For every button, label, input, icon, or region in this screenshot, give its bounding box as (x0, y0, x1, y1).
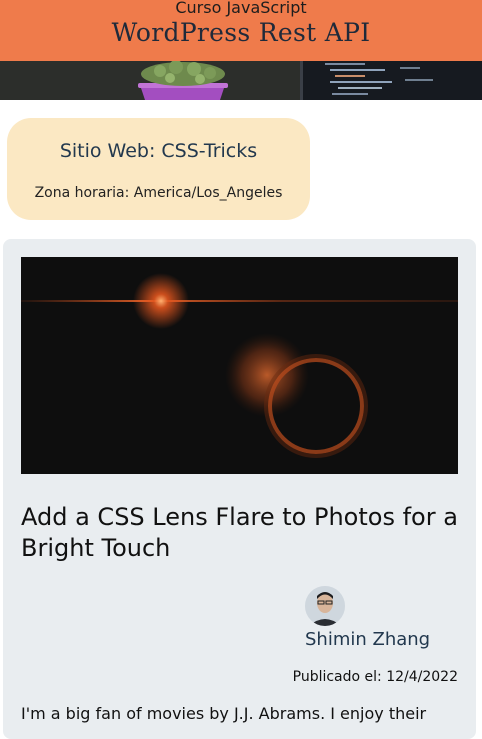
post-excerpt: I'm a big fan of movies by J.J. Abrams. … (21, 704, 427, 723)
author-photo (305, 586, 345, 626)
cactus-pot (138, 61, 228, 100)
site-info-card: Sitio Web: CSS-Tricks Zona horaria: Amer… (7, 118, 310, 220)
post-title-link[interactable]: Add a CSS Lens Flare to Photos for a Bri… (21, 502, 466, 564)
post-featured-image[interactable] (21, 257, 458, 474)
lens-flare-image (21, 257, 458, 474)
post-card: Add a CSS Lens Flare to Photos for a Bri… (3, 239, 476, 739)
post-author-link[interactable]: Shimin Zhang (305, 629, 430, 650)
site-timezone: Zona horaria: America/Los_Angeles (34, 185, 283, 201)
page-title: WordPress Rest API (111, 18, 371, 47)
course-subtitle: Curso JavaScript (175, 0, 307, 17)
site-name: Sitio Web: CSS-Tricks (59, 140, 258, 162)
author-avatar (305, 586, 345, 626)
header-hero-image (0, 61, 482, 100)
site-header: Curso JavaScript WordPress Rest API (0, 0, 482, 61)
post-date: Publicado el: 12/4/2022 (292, 669, 458, 685)
hero-photo (0, 61, 482, 100)
